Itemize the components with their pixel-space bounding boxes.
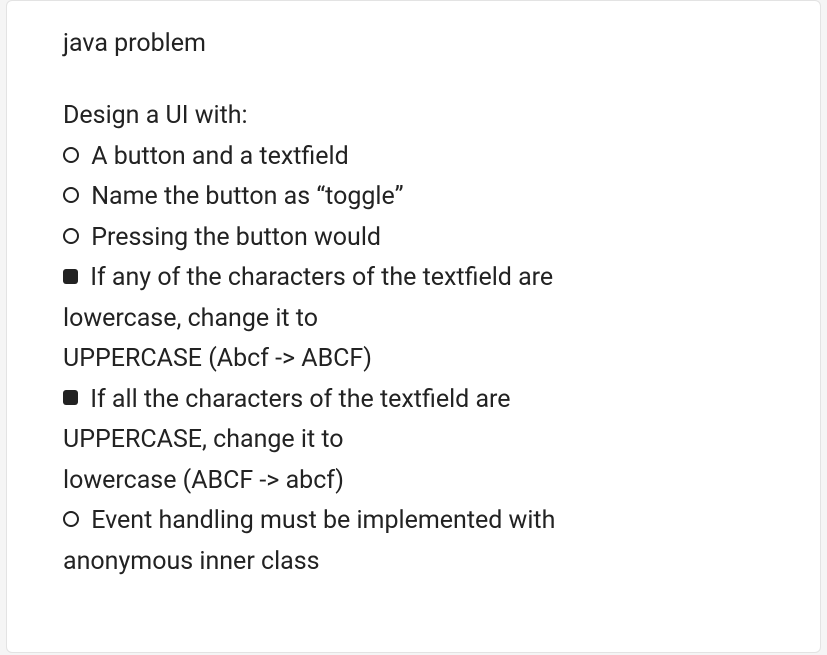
line-text: Pressing the button would: [91, 223, 381, 252]
problem-card: java problem Design a UI with: A button …: [6, 0, 821, 653]
content-line: Pressing the button would: [63, 218, 764, 259]
content-line: lowercase (ABCF -> abcf): [63, 461, 764, 502]
square-bullet-icon: [63, 390, 78, 405]
content-line: anonymous inner class: [63, 542, 764, 583]
content-line: Design a UI with:: [63, 96, 764, 137]
content-line: If any of the characters of the textfiel…: [63, 258, 764, 299]
line-text: lowercase (ABCF -> abcf): [63, 466, 344, 495]
circle-bullet-icon: [63, 228, 79, 244]
line-text: lowercase, change it to: [63, 304, 318, 333]
content-line: UPPERCASE, change it to: [63, 420, 764, 461]
line-text: A button and a textfield: [91, 142, 349, 171]
content-line: If all the characters of the textfield a…: [63, 380, 764, 421]
content-line: lowercase, change it to: [63, 299, 764, 340]
circle-bullet-icon: [63, 511, 79, 527]
line-text: UPPERCASE, change it to: [63, 425, 344, 454]
line-text: anonymous inner class: [63, 547, 320, 576]
content-line: UPPERCASE (Abcf -> ABCF): [63, 339, 764, 380]
content-line: Name the button as “toggle”: [63, 177, 764, 218]
content-line: A button and a textfield: [63, 137, 764, 178]
line-text: If any of the characters of the textfiel…: [90, 263, 553, 292]
content-line: Event handling must be implemented with: [63, 501, 764, 542]
circle-bullet-icon: [63, 147, 79, 163]
problem-title: java problem: [63, 29, 764, 58]
line-text: Event handling must be implemented with: [91, 506, 555, 535]
line-text: UPPERCASE (Abcf -> ABCF): [63, 344, 372, 373]
square-bullet-icon: [63, 269, 78, 284]
circle-bullet-icon: [63, 187, 79, 203]
line-text: If all the characters of the textfield a…: [90, 385, 510, 414]
problem-content: Design a UI with: A button and a textfie…: [63, 96, 764, 582]
line-text: Name the button as “toggle”: [91, 182, 403, 211]
line-text: Design a UI with:: [63, 101, 248, 130]
